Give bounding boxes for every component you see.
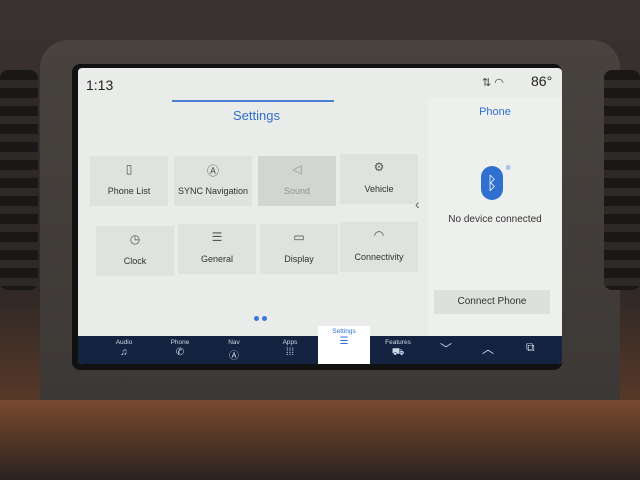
status-bar: 1:13 ⇅ ◠ 86° [78,68,562,98]
page-title: Settings [233,108,280,123]
nav-label: Audio [115,339,133,346]
tile-label: Clock [123,256,147,266]
tile-connectivity[interactable]: ◠ Connectivity [340,222,418,272]
phone-icon: ✆ [175,347,185,358]
tile-sync-navigation[interactable]: Ⓐ SYNC Navigation [174,156,252,206]
left-air-vent [0,70,38,290]
apps-grid-icon: ⁞⁞⁞ [285,347,295,358]
tile-vehicle[interactable]: ⚙ Vehicle [340,154,418,204]
clock-icon: ◷ [129,232,141,246]
signal-wifi-icon: ⇅ ◠ [482,77,504,89]
page-dot [254,316,259,321]
nav-label: Phone [170,339,190,346]
nav-apps[interactable]: Apps ⁞⁞⁞ [264,336,316,364]
tile-label: General [200,254,234,264]
tile-label: Connectivity [354,252,404,262]
phone-panel: Phone ᛒ ® No device connected Connect Ph… [428,98,562,336]
tab-indicator [172,100,334,102]
phone-list-icon: ▯ [125,162,133,176]
tile-label: Sound [283,186,311,196]
connect-phone-button[interactable]: Connect Phone [434,290,550,314]
sliders-icon: ☰ [211,230,223,244]
outside-temperature: 86° [531,73,553,89]
wifi-icon: ◠ [373,228,385,242]
display-icon: ▭ [293,230,305,244]
tile-general[interactable]: ☰ General [178,224,256,274]
clock-time: 1:13 [86,77,114,93]
nav-label: Nav [228,339,240,346]
settings-sliders-icon: ☰ [339,336,349,347]
nav-label: Settings [332,328,356,335]
chevron-down-icon[interactable]: ﹀ [440,340,452,357]
collapse-panel-chevron-icon[interactable]: ‹ [415,196,420,212]
infotainment-display: 1:13 ⇅ ◠ 86° Settings ▯ Phone List Ⓐ SYN… [78,68,562,364]
phone-panel-title: Phone [479,106,511,118]
bluetooth-icon: ᛒ [481,166,503,200]
nav-navigation[interactable]: Nav Ⓐ [208,336,260,364]
tile-label: SYNC Navigation [177,186,249,196]
nav-settings[interactable]: Settings ☰ [318,326,370,364]
nav-features[interactable]: Features ⛟ [372,336,424,364]
tile-label: Phone List [107,186,151,196]
vehicle-features-icon: ⛟ [391,347,405,358]
nav-phone[interactable]: Phone ✆ [154,336,206,364]
tile-sound[interactable]: ◁ Sound [258,156,336,206]
tile-phone-list[interactable]: ▯ Phone List [90,156,168,206]
bottom-nav-bar: Audio ♫ Phone ✆ Nav Ⓐ Apps ⁞⁞⁞ Settings … [78,326,562,364]
vehicle-icon: ⚙ [373,160,385,174]
registered-mark: ® [506,166,511,172]
page-dot [262,316,267,321]
navigation-icon: Ⓐ [206,164,219,178]
nav-audio[interactable]: Audio ♫ [98,336,150,364]
connection-status: No device connected [448,214,542,225]
right-air-vent [604,70,640,290]
tile-clock[interactable]: ◷ Clock [96,226,174,276]
chevron-up-icon[interactable]: ︿ [482,340,494,357]
speaker-icon: ◁ [292,162,302,176]
tile-display[interactable]: ▭ Display [260,224,338,274]
music-note-icon: ♫ [120,347,128,358]
split-screen-icon[interactable]: ⧉ [526,340,535,355]
page-indicator [254,308,270,326]
nav-label: Apps [282,339,298,346]
dashboard-trim [0,400,640,480]
tile-label: Display [284,254,314,264]
tile-label: Vehicle [364,184,394,194]
nav-label: Features [385,339,411,346]
navigation-icon: Ⓐ [229,351,239,362]
